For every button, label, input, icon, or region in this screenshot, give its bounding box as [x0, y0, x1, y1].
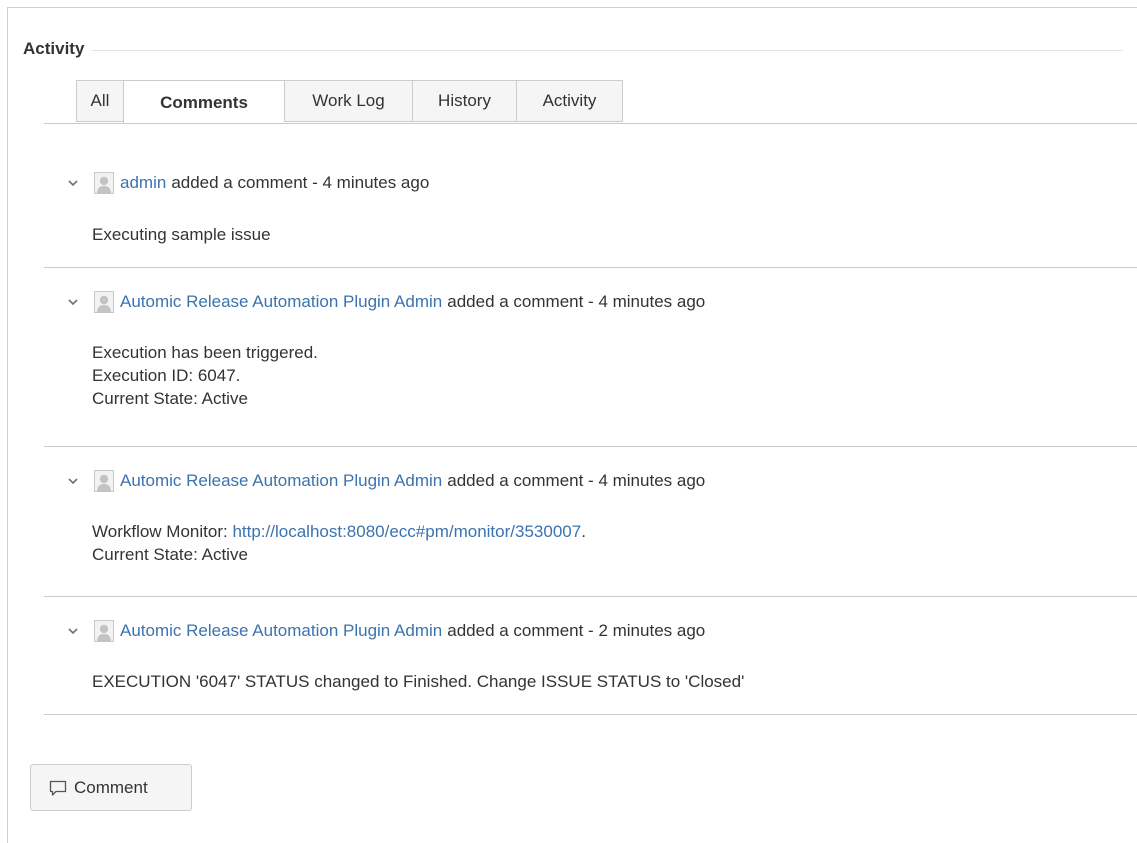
- avatar-icon: [94, 172, 114, 194]
- comment-author-link[interactable]: Automic Release Automation Plugin Admin: [120, 471, 442, 491]
- activity-heading-row: Activity: [23, 36, 1123, 62]
- tab-history[interactable]: History: [412, 80, 516, 122]
- comment-action: added a comment - 2 minutes ago: [447, 621, 706, 640]
- chevron-down-icon[interactable]: [66, 295, 80, 309]
- add-comment-button[interactable]: Comment: [30, 764, 192, 811]
- avatar-icon: [94, 620, 114, 642]
- comment-action: added a comment - 4 minutes ago: [447, 292, 706, 311]
- comment-header: Automic Release Automation Plugin Admin …: [66, 291, 705, 313]
- comment-item: Automic Release Automation Plugin Admin …: [44, 447, 1137, 597]
- tab-comments[interactable]: Comments: [123, 80, 284, 124]
- speech-bubble-icon: [49, 780, 67, 796]
- comment-author-link[interactable]: Automic Release Automation Plugin Admin: [120, 621, 442, 641]
- comment-header: admin added a comment - 4 minutes ago: [66, 172, 429, 194]
- comment-line: Execution ID: 6047.: [92, 366, 241, 385]
- comment-link-prefix: Workflow Monitor:: [92, 522, 233, 541]
- comment-line: EXECUTION '6047' STATUS changed to Finis…: [92, 672, 745, 691]
- comment-link-suffix: .: [581, 522, 586, 541]
- tab-activity[interactable]: Activity: [516, 80, 623, 122]
- avatar-icon: [94, 291, 114, 313]
- chevron-down-icon[interactable]: [66, 624, 80, 638]
- comment-line: Execution has been triggered.: [92, 343, 318, 362]
- activity-tabs: All Comments Work Log History Activity: [76, 80, 623, 124]
- comment-header: Automic Release Automation Plugin Admin …: [66, 470, 705, 492]
- comment-line: Executing sample issue: [92, 225, 271, 244]
- tab-all[interactable]: All: [76, 80, 123, 122]
- comment-item: Automic Release Automation Plugin Admin …: [44, 268, 1137, 447]
- comment-line: Current State: Active: [92, 545, 248, 564]
- comment-item: Automic Release Automation Plugin Admin …: [44, 597, 1137, 715]
- comment-link-line: Workflow Monitor: http://localhost:8080/…: [92, 520, 586, 543]
- comment-author-link[interactable]: admin: [120, 173, 166, 193]
- heading-divider: [92, 49, 1123, 51]
- comment-line: Current State: Active: [92, 389, 248, 408]
- activity-heading: Activity: [23, 39, 93, 59]
- comment-body: Workflow Monitor: http://localhost:8080/…: [92, 520, 586, 566]
- comment-action: added a comment - 4 minutes ago: [171, 173, 430, 192]
- comment-item: admin added a comment - 4 minutes ago Ex…: [44, 124, 1137, 268]
- comment-header: Automic Release Automation Plugin Admin …: [66, 620, 705, 642]
- comment-author-link[interactable]: Automic Release Automation Plugin Admin: [120, 292, 442, 312]
- comment-body: Executing sample issue: [92, 223, 271, 246]
- workflow-monitor-link[interactable]: http://localhost:8080/ecc#pm/monitor/353…: [232, 522, 581, 541]
- comment-body: EXECUTION '6047' STATUS changed to Finis…: [92, 670, 744, 693]
- chevron-down-icon[interactable]: [66, 176, 80, 190]
- tab-work-log[interactable]: Work Log: [284, 80, 412, 122]
- comment-list: admin added a comment - 4 minutes ago Ex…: [44, 124, 1137, 715]
- avatar-icon: [94, 470, 114, 492]
- comment-body: Execution has been triggered. Execution …: [92, 341, 318, 410]
- chevron-down-icon[interactable]: [66, 474, 80, 488]
- comment-action: added a comment - 4 minutes ago: [447, 471, 706, 490]
- comment-button-label: Comment: [74, 777, 148, 797]
